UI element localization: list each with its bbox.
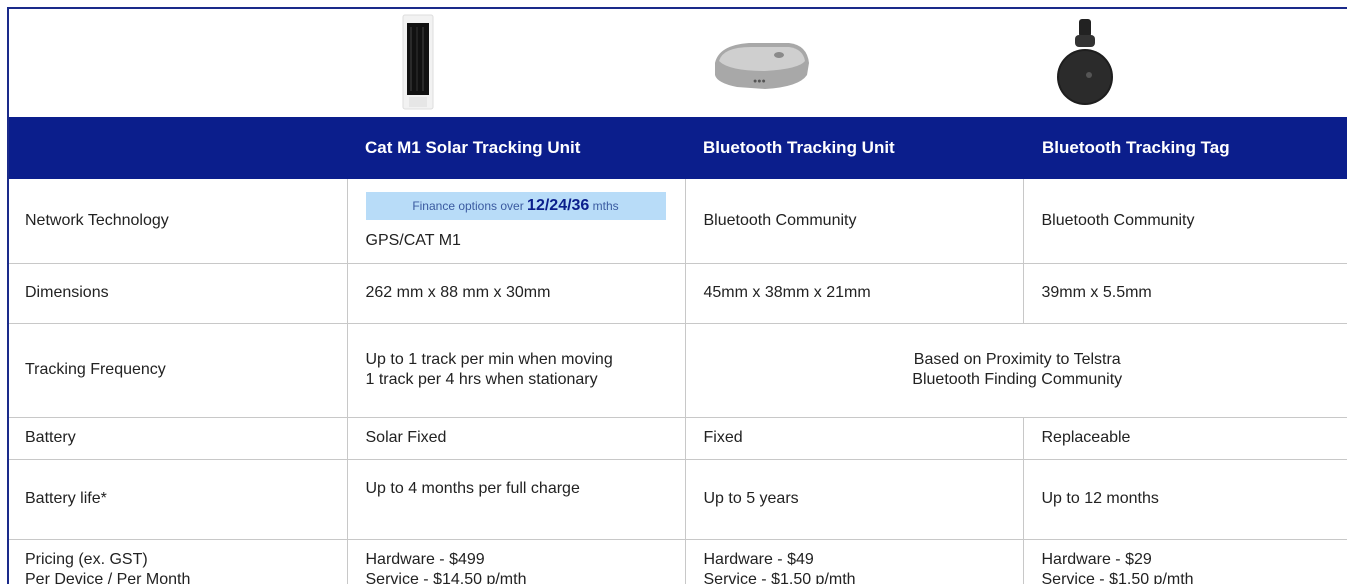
cell-unit-network: Bluetooth Community <box>685 179 1024 264</box>
solar-service-price: Service - $14.50 p/mth <box>365 571 527 584</box>
table-row: Battery Solar Fixed Fixed Replaceable <box>9 417 1347 460</box>
cell-tag-pricing: Hardware - $29 Service - $1.50 p/mth <box>1023 539 1347 584</box>
pricing-label-line1: Pricing (ex. GST) <box>25 551 148 569</box>
row-label-pricing: Pricing (ex. GST) Per Device / Per Month <box>9 539 348 584</box>
solar-frequency-line2: 1 track per 4 hrs when stationary <box>365 371 598 388</box>
bluetooth-unit-image: ●●● <box>715 43 809 89</box>
comparison-table: ●●● Cat M1 Solar Tracking Unit Bluetooth… <box>7 7 1347 584</box>
row-label-battery: Battery <box>9 417 348 460</box>
table-row: Pricing (ex. GST) Per Device / Per Month… <box>9 539 1347 584</box>
cell-unit-dimensions: 45mm x 38mm x 21mm <box>685 263 1024 324</box>
cell-unit-pricing: Hardware - $49 Service - $1.50 p/mth <box>685 539 1024 584</box>
row-label-dimensions: Dimensions <box>9 263 348 324</box>
spec-table: Network Technology Finance options over … <box>9 179 1347 584</box>
cell-tag-battery: Replaceable <box>1023 417 1347 460</box>
cell-tag-network: Bluetooth Community <box>1023 179 1347 264</box>
product-image-row: ●●● <box>9 9 1347 117</box>
cell-unit-battery: Fixed <box>685 417 1024 460</box>
solar-hardware-price: Hardware - $499 <box>365 551 485 569</box>
table-row: Network Technology Finance options over … <box>9 179 1347 264</box>
product-title-bt-unit: Bluetooth Tracking Unit <box>703 138 895 157</box>
product-title-bt-tag: Bluetooth Tracking Tag <box>1042 138 1230 157</box>
cell-tag-battery-life: Up to 12 months <box>1023 459 1347 540</box>
bt-frequency-line1: Based on Proximity to Telstra <box>913 351 1121 368</box>
finance-prefix: Finance options over <box>412 198 528 213</box>
cell-solar-battery-life: Up to 4 months per full charge <box>347 459 686 540</box>
tag-hardware-price: Hardware - $29 <box>1041 551 1152 569</box>
product-title-solar: Cat M1 Solar Tracking Unit <box>365 138 581 157</box>
product-header-bar: Cat M1 Solar Tracking Unit Bluetooth Tra… <box>9 117 1347 179</box>
cell-solar-frequency: Up to 1 track per min when moving 1 trac… <box>347 323 686 418</box>
row-label-battery-life: Battery life* <box>9 459 348 540</box>
cell-bluetooth-frequency: Based on Proximity to Telstra Bluetooth … <box>685 323 1347 418</box>
cell-tag-dimensions: 39mm x 5.5mm <box>1023 263 1347 324</box>
tag-service-price: Service - $1.50 p/mth <box>1041 571 1194 584</box>
svg-text:●●●: ●●● <box>753 78 766 85</box>
solar-tracker-image <box>402 14 434 110</box>
row-label-frequency: Tracking Frequency <box>9 323 348 418</box>
cell-solar-dimensions: 262 mm x 88 mm x 30mm <box>347 263 686 324</box>
cell-solar-network: Finance options over 12/24/36 mths GPS/C… <box>347 179 686 264</box>
solar-frequency-line1: Up to 1 track per min when moving <box>365 351 613 368</box>
pricing-label-line2: Per Device / Per Month <box>25 571 191 584</box>
table-row: Tracking Frequency Up to 1 track per min… <box>9 323 1347 418</box>
unit-service-price: Service - $1.50 p/mth <box>703 571 856 584</box>
bt-frequency-line2: Bluetooth Finding Community <box>912 371 1123 388</box>
cell-solar-pricing: Hardware - $499 Service - $14.50 p/mth <box>347 539 686 584</box>
row-label-network: Network Technology <box>9 179 348 264</box>
cell-unit-battery-life: Up to 5 years <box>685 459 1024 540</box>
finance-options-banner[interactable]: Finance options over 12/24/36 mths <box>365 191 666 220</box>
bluetooth-tag-image <box>1057 19 1113 105</box>
finance-terms: 12/24/36 <box>527 196 590 214</box>
table-row: Dimensions 262 mm x 88 mm x 30mm 45mm x … <box>9 263 1347 324</box>
cell-solar-battery: Solar Fixed <box>347 417 686 460</box>
finance-suffix: mths <box>589 198 619 213</box>
solar-network-value: GPS/CAT M1 <box>365 231 461 249</box>
table-row: Battery life* Up to 4 months per full ch… <box>9 459 1347 540</box>
unit-hardware-price: Hardware - $49 <box>703 551 814 569</box>
